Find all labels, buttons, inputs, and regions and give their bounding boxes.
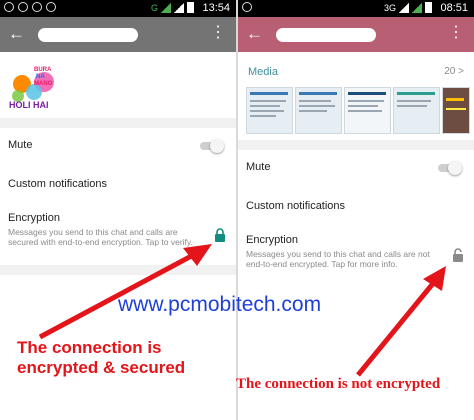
section-divider bbox=[238, 140, 474, 150]
network-type: G bbox=[150, 2, 158, 13]
custom-notifications-label[interactable]: Custom notifications bbox=[8, 178, 107, 190]
status-bar: 3G 08:51 bbox=[238, 0, 474, 17]
encryption-description[interactable]: Messages you send to this chat and calls… bbox=[246, 249, 442, 269]
back-arrow-icon[interactable]: ← bbox=[8, 25, 25, 42]
watermark-website: www.pcmobitech.com bbox=[118, 293, 322, 316]
status-time: 13:54 bbox=[202, 2, 230, 14]
mute-toggle[interactable] bbox=[200, 139, 224, 153]
media-thumbnail[interactable] bbox=[393, 87, 440, 134]
battery-icon bbox=[425, 2, 432, 13]
right-phone-screen: 3G 08:51 ← ⋮ Media 20 > Mute Custom noti… bbox=[238, 0, 474, 420]
media-thumbnail[interactable] bbox=[442, 87, 470, 134]
lock-closed-icon[interactable] bbox=[214, 228, 226, 242]
notification-icon bbox=[32, 2, 42, 12]
signal-icon bbox=[412, 2, 422, 13]
custom-notifications-label[interactable]: Custom notifications bbox=[246, 200, 345, 212]
battery-icon bbox=[187, 2, 194, 13]
chat-info-toolbar: ← ⋮ bbox=[0, 17, 236, 52]
lock-open-icon[interactable] bbox=[452, 248, 464, 262]
signal-icon bbox=[174, 2, 184, 13]
redacted-contact-name bbox=[38, 28, 138, 42]
notification-icon bbox=[242, 2, 252, 12]
logo-text-1: BURA bbox=[34, 67, 52, 73]
encryption-description[interactable]: Messages you send to this chat and calls… bbox=[8, 227, 204, 247]
media-thumbnail[interactable] bbox=[295, 87, 342, 134]
redacted-contact-name bbox=[276, 28, 376, 42]
mute-label[interactable]: Mute bbox=[246, 161, 270, 173]
media-title[interactable]: Media bbox=[248, 66, 278, 78]
media-thumbnail[interactable] bbox=[344, 87, 391, 134]
logo-text-3: MANO bbox=[34, 81, 53, 87]
encryption-label[interactable]: Encryption bbox=[246, 234, 298, 246]
notification-icon bbox=[46, 2, 56, 12]
media-count[interactable]: 20 > bbox=[444, 66, 464, 77]
notification-icon bbox=[4, 2, 14, 12]
status-time: 08:51 bbox=[440, 2, 468, 14]
logo-text-4: HOLI HAI bbox=[9, 100, 49, 110]
section-divider bbox=[0, 265, 236, 275]
kebab-menu-icon[interactable]: ⋮ bbox=[210, 25, 226, 41]
signal-icon bbox=[161, 2, 171, 13]
media-thumbnail[interactable] bbox=[246, 87, 293, 134]
section-divider bbox=[0, 118, 236, 128]
network-type: 3G bbox=[383, 2, 396, 13]
status-bar: G 13:54 bbox=[0, 0, 236, 17]
notification-icon bbox=[18, 2, 28, 12]
signal-icon bbox=[399, 2, 409, 13]
logo-text-2: NA bbox=[36, 74, 45, 80]
mute-label[interactable]: Mute bbox=[8, 139, 32, 151]
caption-encrypted: The connection is encrypted & secured bbox=[17, 338, 186, 377]
chat-info-toolbar: ← ⋮ bbox=[238, 17, 474, 52]
contact-avatar[interactable]: BURA NA MANO HOLI HAI bbox=[8, 62, 56, 110]
encryption-label[interactable]: Encryption bbox=[8, 212, 60, 224]
kebab-menu-icon[interactable]: ⋮ bbox=[448, 25, 464, 41]
back-arrow-icon[interactable]: ← bbox=[246, 25, 263, 42]
mute-toggle[interactable] bbox=[438, 161, 462, 175]
caption-not-encrypted: The connection is not encrypted bbox=[236, 376, 441, 392]
